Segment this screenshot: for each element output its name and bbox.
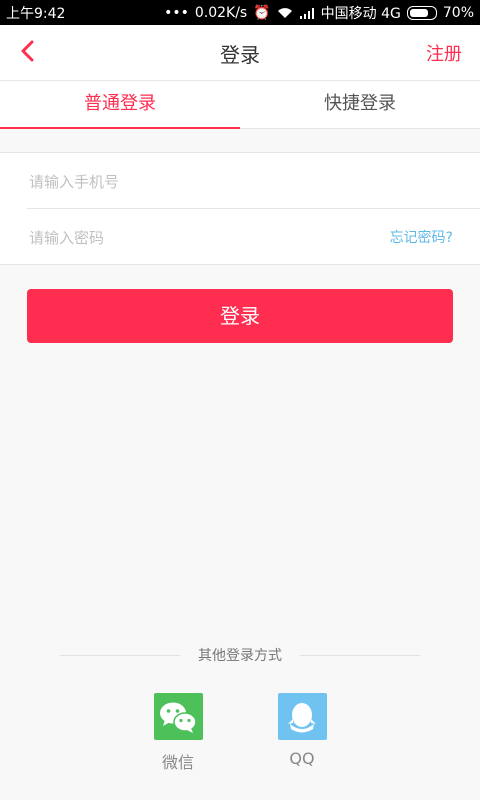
signal-icon (299, 8, 314, 19)
qq-login-button[interactable]: QQ (272, 693, 332, 768)
login-button[interactable]: 登录 (27, 289, 453, 343)
wechat-icon (153, 693, 203, 740)
tab-quick-login[interactable]: 快捷登录 (240, 81, 480, 128)
phone-row (0, 153, 480, 209)
network-speed: 0.02K/s (194, 5, 248, 21)
tab-label: 快捷登录 (324, 93, 396, 114)
more-dots-icon: ••• (164, 5, 189, 21)
qq-label: QQ (289, 749, 315, 768)
password-row: 忘记密码? (0, 209, 480, 264)
divider-line (300, 655, 420, 656)
alarm-icon: ⏰ (253, 5, 271, 21)
header-bar: 登录 注册 (0, 25, 480, 81)
status-time: 上午9:42 (6, 6, 66, 22)
wechat-login-button[interactable]: 微信 (148, 693, 208, 773)
tab-label: 普通登录 (84, 93, 156, 114)
qq-icon (277, 693, 327, 740)
tab-normal-login[interactable]: 普通登录 (0, 81, 240, 129)
wechat-label: 微信 (161, 753, 194, 772)
password-input[interactable] (27, 221, 351, 255)
status-bar: 上午9:42 ••• 0.02K/s ⏰ 中国移动 4G 70% (0, 0, 480, 25)
page-title: 登录 (220, 43, 260, 67)
wifi-icon (277, 8, 292, 18)
phone-input[interactable] (27, 165, 351, 199)
other-login-header: 其他登录方式 (60, 645, 420, 667)
battery-percent: 70% (442, 5, 474, 21)
status-indicators: ••• 0.02K/s ⏰ 中国移动 4G 70% (164, 3, 474, 23)
tab-active-indicator (0, 127, 240, 129)
register-button[interactable]: 注册 (426, 40, 462, 66)
battery-icon (406, 6, 437, 20)
login-tabs: 普通登录 快捷登录 (0, 81, 480, 129)
forgot-password-link[interactable]: 忘记密码? (390, 227, 453, 247)
carrier-label: 中国移动 4G (320, 6, 401, 22)
login-form: 忘记密码? (0, 152, 480, 265)
